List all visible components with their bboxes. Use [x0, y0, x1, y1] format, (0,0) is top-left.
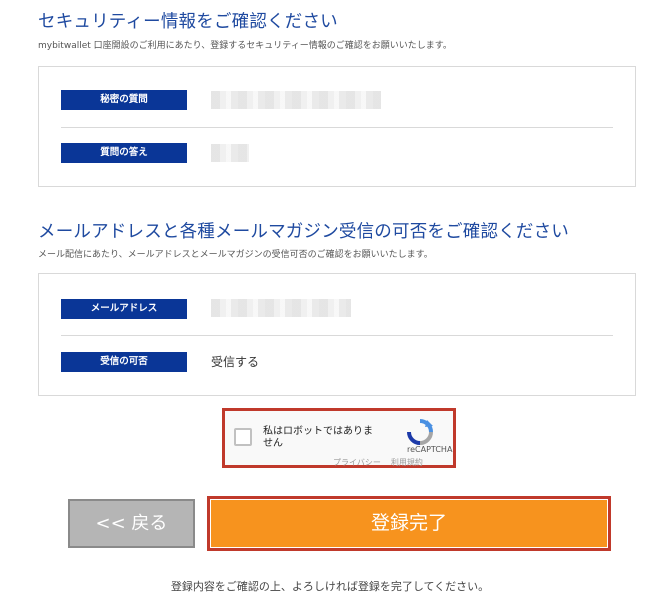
recaptcha-label: 私はロボットではありません — [263, 426, 373, 449]
email-info-box: メールアドレス 受信の可否 受信する — [38, 273, 636, 396]
receive-permission-label: 受信の可否 — [61, 352, 187, 372]
secret-question-value-masked — [211, 91, 381, 109]
security-info-box: 秘密の質問 質問の答え — [38, 66, 636, 187]
complete-registration-button[interactable]: 登録完了 — [211, 500, 607, 547]
recaptcha-brand: reCAPTCHA — [407, 445, 453, 454]
receive-permission-value: 受信する — [211, 355, 260, 369]
email-section-subtitle: メール配信にあたり、メールアドレスとメールマガジンの受信可否のご確認をお願いいた… — [38, 250, 433, 260]
security-section-title: セキュリティー情報をご確認ください — [38, 12, 338, 32]
secret-question-label: 秘密の質問 — [61, 90, 187, 110]
recaptcha-checkbox[interactable] — [234, 428, 252, 446]
recaptcha-privacy-link[interactable]: プライバシー — [333, 458, 381, 467]
recaptcha-logo-icon — [407, 419, 433, 445]
back-button[interactable]: << 戻る — [68, 499, 195, 548]
question-answer-label: 質問の答え — [61, 143, 187, 163]
security-section-subtitle: mybitwallet 口座開設のご利用にあたり、登録するセキュリティー情報のご… — [38, 41, 452, 51]
recaptcha-widget: 私はロボットではありません reCAPTCHA プライバシー 利用規約 — [222, 408, 456, 468]
email-address-value-masked — [211, 299, 351, 317]
recaptcha-terms-link[interactable]: 利用規約 — [391, 458, 423, 467]
recaptcha-links: プライバシー 利用規約 — [333, 457, 433, 468]
row-divider — [61, 127, 613, 128]
row-divider — [61, 335, 613, 336]
email-address-label: メールアドレス — [61, 299, 187, 319]
question-answer-value-masked — [211, 144, 249, 162]
email-section-title: メールアドレスと各種メールマガジン受信の可否をご確認ください — [38, 222, 569, 242]
footer-note: 登録内容をご確認の上、よろしければ登録を完了してください。 — [170, 580, 490, 593]
